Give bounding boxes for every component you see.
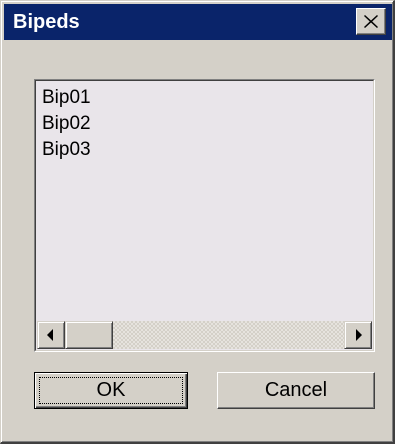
close-icon [364, 15, 378, 28]
dialog-title: Bipeds [13, 11, 80, 33]
ok-button[interactable]: OK [34, 372, 188, 409]
cancel-button-label: Cancel [264, 379, 328, 401]
scroll-right-button[interactable] [344, 321, 372, 349]
title-bar[interactable]: Bipeds [4, 4, 392, 40]
scroll-thumb[interactable] [65, 321, 113, 349]
ok-button-label: OK [96, 379, 126, 401]
horizontal-scrollbar[interactable] [37, 321, 372, 349]
biped-list-inner: Bip01 Bip02 Bip03 [35, 80, 374, 351]
bipeds-dialog: Bipeds Bip01 Bip02 Bip03 OK Cancel [0, 0, 395, 444]
arrow-left-icon [47, 329, 53, 341]
scroll-left-button[interactable] [37, 321, 65, 349]
arrow-right-icon [356, 329, 362, 341]
list-item-bip03[interactable]: Bip03 [42, 137, 91, 163]
list-item-bip02[interactable]: Bip02 [42, 111, 91, 137]
biped-list-items: Bip01 Bip02 Bip03 [42, 85, 91, 163]
list-item-bip01[interactable]: Bip01 [42, 85, 91, 111]
cancel-button[interactable]: Cancel [217, 372, 375, 409]
close-button[interactable] [356, 8, 386, 35]
biped-list[interactable]: Bip01 Bip02 Bip03 [34, 79, 375, 352]
